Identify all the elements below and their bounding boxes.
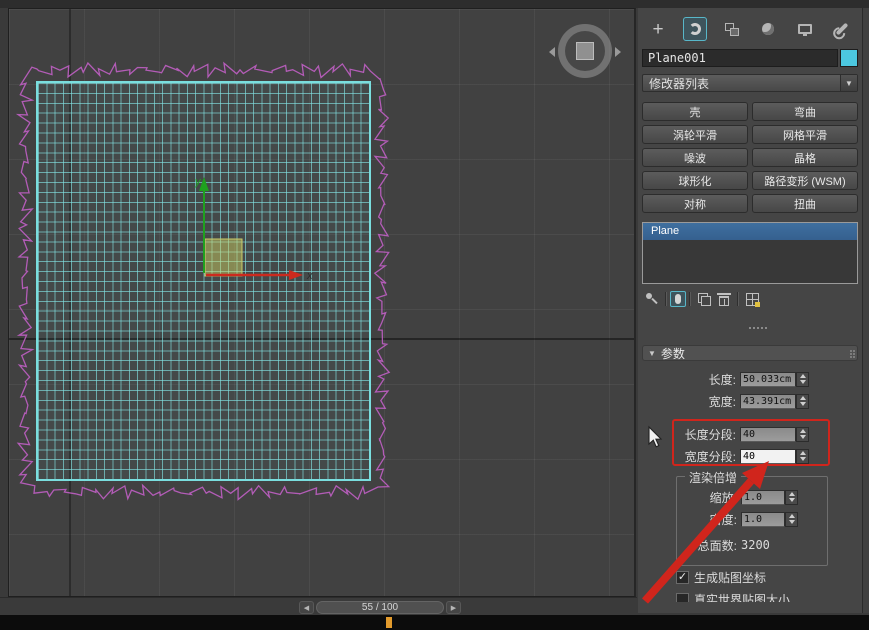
- toolbar-separator: [665, 292, 667, 306]
- modifier-button-meshsmooth[interactable]: 网格平滑: [752, 125, 858, 144]
- pin-stack-icon[interactable]: [642, 291, 662, 308]
- modifier-button-grid: 壳 弯曲 涡轮平滑 网格平滑 噪波 晶格 球形化 路径变形 (WSM) 对称 扭…: [642, 102, 858, 213]
- command-panel-tabs: +: [640, 16, 860, 42]
- stack-item-plane[interactable]: Plane: [643, 223, 857, 240]
- command-panel-content: + Plane001 修改器列表 ▼ 壳 弯曲 涡轮平滑 网格平滑 噪波 晶格 …: [638, 8, 862, 602]
- length-segs-spinner[interactable]: [796, 426, 809, 442]
- width-label: 宽度:: [708, 394, 736, 409]
- track-bar: [0, 615, 869, 630]
- time-slider[interactable]: 55 / 100: [316, 601, 444, 614]
- width-segs-spinner[interactable]: [796, 448, 809, 464]
- modifier-stack[interactable]: Plane: [642, 222, 858, 284]
- hierarchy-glyph: [724, 22, 739, 36]
- dropdown-arrow-icon: ▼: [840, 75, 857, 91]
- wrench-glyph: [835, 22, 849, 36]
- scale-row: 缩放: 1.0: [677, 489, 827, 505]
- total-faces-row: 总面数: 3200: [677, 537, 827, 553]
- object-name-row: Plane001: [642, 49, 858, 67]
- modifier-list-label: 修改器列表: [649, 76, 710, 91]
- modifier-button-noise[interactable]: 噪波: [642, 148, 748, 167]
- scale-label: 缩放:: [709, 490, 737, 505]
- timeline-bar: ◀ 55 / 100 ▶: [0, 597, 637, 615]
- modify-glyph: [688, 23, 701, 35]
- rollout-grip-icon: [850, 350, 852, 352]
- check-icon: ✓: [677, 571, 688, 583]
- render-multiplier-group: 渲染倍增 缩放: 1.0 密度: 1.0 总面数: 3200: [676, 469, 828, 566]
- menu-plus-icon[interactable]: +: [646, 17, 670, 41]
- modifier-button-bend[interactable]: 弯曲: [752, 102, 858, 121]
- modify-tab-icon[interactable]: [682, 17, 707, 41]
- configure-modifier-sets-icon[interactable]: [742, 291, 762, 308]
- rollout-title: 参数: [660, 346, 685, 361]
- width-spinner[interactable]: [796, 393, 809, 409]
- density-label: 密度:: [709, 512, 737, 527]
- time-marker[interactable]: [386, 617, 392, 628]
- width-segs-label: 宽度分段:: [684, 449, 736, 464]
- realworld-map-checkbox[interactable]: [676, 593, 689, 602]
- density-field[interactable]: 1.0: [741, 511, 785, 527]
- modifier-button-lattice[interactable]: 晶格: [752, 148, 858, 167]
- viewcube-face[interactable]: [576, 42, 594, 60]
- object-color-swatch[interactable]: [840, 49, 858, 67]
- display-tab-icon[interactable]: [793, 17, 817, 41]
- length-spinner[interactable]: [796, 371, 809, 387]
- total-faces-value: 3200: [741, 538, 770, 552]
- width-row: 宽度: 43.391cm: [638, 393, 862, 409]
- width-segs-field[interactable]: 40: [740, 448, 796, 464]
- parameters-rollout-header[interactable]: ▼ 参数: [642, 345, 858, 361]
- length-segs-row: 长度分段: 40: [638, 426, 862, 442]
- toolbar-separator: [689, 292, 691, 306]
- command-panel: + Plane001 修改器列表 ▼ 壳 弯曲 涡轮平滑 网格平滑 噪波 晶格 …: [638, 8, 862, 613]
- next-frame-button[interactable]: ▶: [446, 601, 461, 614]
- object-name-field[interactable]: Plane001: [642, 49, 838, 67]
- modifier-button-symmetry[interactable]: 对称: [642, 194, 748, 213]
- length-field[interactable]: 50.033cm: [740, 371, 796, 387]
- modifier-button-spherify[interactable]: 球形化: [642, 171, 748, 190]
- panel-resize-handle[interactable]: [638, 324, 862, 332]
- scale-field[interactable]: 1.0: [741, 489, 785, 505]
- total-faces-label: 总面数:: [697, 538, 737, 553]
- viewport[interactable]: y x: [8, 8, 636, 597]
- viewcube[interactable]: [549, 24, 621, 78]
- make-unique-icon[interactable]: [694, 291, 714, 308]
- scale-spinner[interactable]: [785, 489, 798, 505]
- motion-glyph: [762, 23, 775, 35]
- length-segs-field[interactable]: 40: [740, 426, 796, 442]
- density-row: 密度: 1.0: [677, 511, 827, 527]
- generate-uv-row: ✓ 生成贴图坐标: [676, 570, 862, 585]
- length-row: 长度: 50.033cm: [638, 371, 862, 387]
- utilities-tab-icon[interactable]: [830, 17, 854, 41]
- width-field[interactable]: 43.391cm: [740, 393, 796, 409]
- window-top-edge: [0, 0, 869, 8]
- modifier-list-dropdown[interactable]: 修改器列表 ▼: [642, 74, 858, 92]
- modifier-button-pathdeform[interactable]: 路径变形 (WSM): [752, 171, 858, 190]
- generate-uv-checkbox[interactable]: ✓: [676, 571, 689, 584]
- plus-glyph: +: [652, 18, 664, 40]
- previous-frame-button[interactable]: ◀: [299, 601, 314, 614]
- generate-uv-label: 生成贴图坐标: [694, 571, 767, 585]
- length-segs-label: 长度分段:: [684, 427, 736, 442]
- density-spinner[interactable]: [785, 511, 798, 527]
- panel-scrollbar[interactable]: [862, 8, 869, 613]
- rollout-arrow-icon: ▼: [648, 348, 656, 358]
- toolbar-separator: [737, 292, 739, 306]
- display-glyph: [798, 24, 813, 36]
- length-label: 长度:: [708, 372, 736, 387]
- hierarchy-tab-icon[interactable]: [720, 17, 744, 41]
- modifier-button-twist[interactable]: 扭曲: [752, 194, 858, 213]
- stack-toolbar: [642, 290, 858, 308]
- group-title: 渲染倍增: [685, 469, 742, 486]
- remove-modifier-icon[interactable]: [714, 291, 734, 308]
- realworld-map-label: 真实世界贴图大小: [694, 593, 791, 602]
- modifier-button-turbosmooth[interactable]: 涡轮平滑: [642, 125, 748, 144]
- application-window: y x ◀ 55 / 100 ▶ + Plane001 修改器列表 ▼ 壳 弯曲…: [0, 0, 869, 630]
- motion-tab-icon[interactable]: [756, 17, 780, 41]
- realworld-map-row: 真实世界贴图大小: [676, 592, 862, 602]
- show-end-result-icon[interactable]: [670, 291, 686, 307]
- plane-object[interactable]: [36, 81, 371, 481]
- width-segs-row: 宽度分段: 40: [638, 448, 862, 464]
- modifier-button-shell[interactable]: 壳: [642, 102, 748, 121]
